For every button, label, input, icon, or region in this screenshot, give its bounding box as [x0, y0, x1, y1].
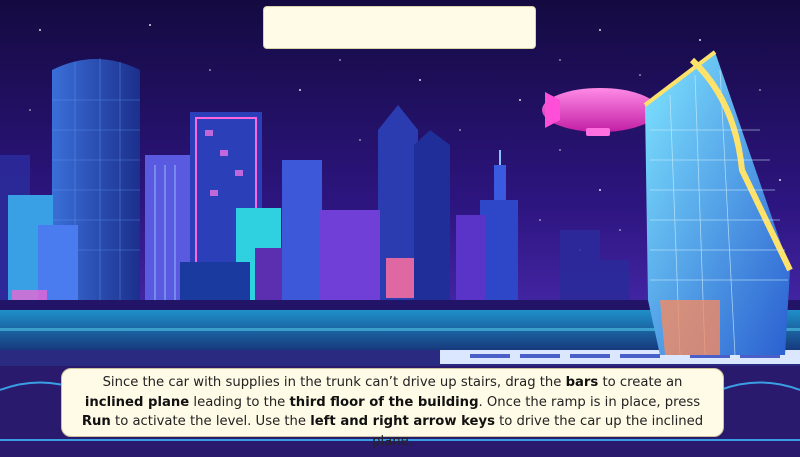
keyword-run: Run — [81, 414, 111, 430]
instructions-panel: Since the car with supplies in the trunk… — [61, 368, 724, 449]
instruction-text-5: to activate the level. Use the — [110, 414, 311, 430]
instruction-text-2: to create an — [598, 375, 683, 390]
keyword-arrow-keys: left and right arrow keys — [310, 414, 495, 430]
keyword-inclined-plane: inclined plane — [84, 394, 190, 410]
instruction-text-1: Since the car with supplies in the trunk… — [102, 375, 566, 390]
instruction-text-3: leading to the — [189, 394, 290, 410]
keyword-third-floor: third floor of the building — [289, 394, 479, 410]
title-box — [263, 6, 536, 49]
keyword-bars: bars — [565, 375, 599, 390]
instruction-text-4: . Once the ramp is in place, press — [478, 394, 701, 410]
